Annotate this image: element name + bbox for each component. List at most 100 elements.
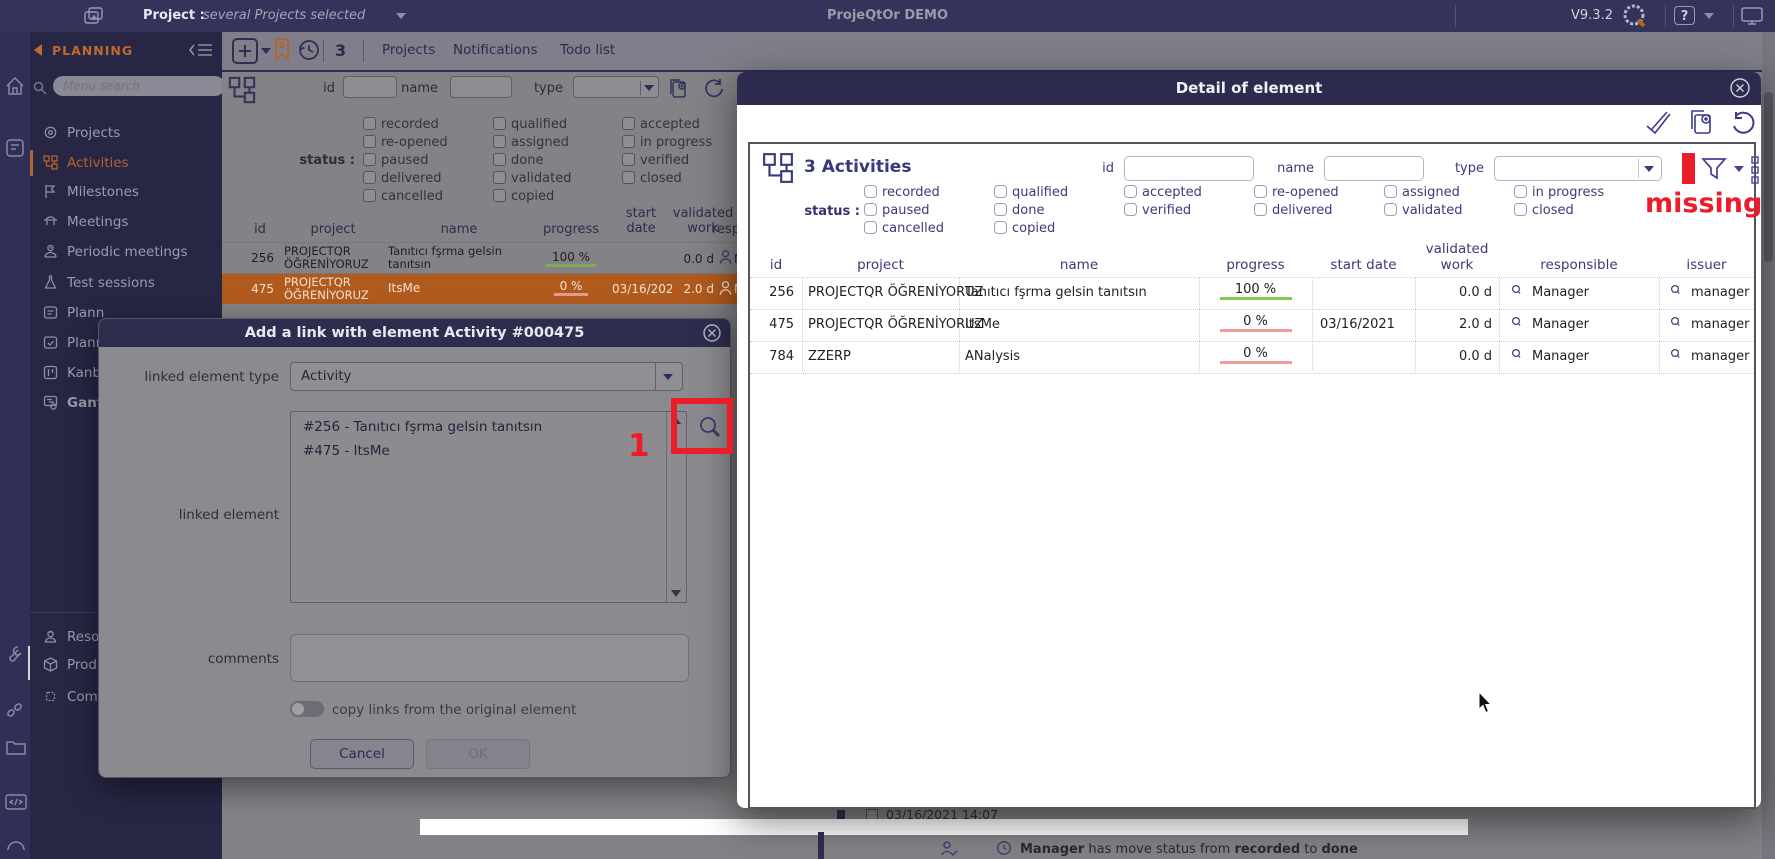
checkbox-done[interactable]: [994, 203, 1007, 216]
documents-icon[interactable]: [5, 738, 27, 758]
close-icon[interactable]: [702, 323, 722, 343]
modal-name-label: name: [1234, 161, 1314, 176]
modal-type-select[interactable]: [1494, 156, 1662, 181]
sidebar-item-periodic-meetings[interactable]: Periodic meetings: [30, 239, 222, 265]
tab-projects[interactable]: Projects: [382, 42, 435, 58]
checkbox-validated[interactable]: [1384, 203, 1397, 216]
add-button[interactable]: [232, 38, 258, 64]
modal-title-bar[interactable]: Detail of element: [737, 72, 1761, 105]
checkbox-recorded[interactable]: [864, 185, 877, 198]
sidebar-item-meetings[interactable]: Meetings: [30, 209, 222, 235]
modal-id-label: id: [1034, 161, 1114, 176]
bg-checkbox-re-opened[interactable]: [363, 135, 376, 148]
sidebar-item-milestones[interactable]: Milestones: [30, 179, 222, 205]
sidebar-item-projects[interactable]: Projects: [30, 120, 222, 146]
add-caret-icon[interactable]: [261, 48, 271, 54]
bg-checkbox-validated[interactable]: [493, 171, 506, 184]
checkbox-re-opened[interactable]: [1254, 185, 1267, 198]
checkbox-cancelled[interactable]: [864, 221, 877, 234]
bg-checkbox-closed[interactable]: [622, 171, 635, 184]
bg-checkbox-verified[interactable]: [622, 153, 635, 166]
list-item[interactable]: #256 - Tanıtıcı fşrma gelsin tanıtsın: [303, 419, 542, 435]
checkbox-paused[interactable]: [864, 203, 877, 216]
scroll-down-icon[interactable]: [671, 590, 681, 597]
col-header-progress[interactable]: progress: [1199, 257, 1312, 273]
col-header-issuer[interactable]: issuer: [1659, 257, 1754, 273]
filter-icon[interactable]: [1700, 154, 1730, 184]
user-icon[interactable]: [5, 832, 27, 852]
bg-clone-icon[interactable]: [666, 77, 690, 101]
collapse-menu-icon[interactable]: [188, 41, 214, 59]
bg-checkbox-accepted[interactable]: [622, 117, 635, 130]
kebab-menu-icon[interactable]: [1750, 156, 1760, 184]
undo-icon[interactable]: [1729, 110, 1757, 138]
history-icon[interactable]: [296, 37, 322, 63]
col-header-project[interactable]: project: [802, 257, 959, 273]
close-icon[interactable]: [1729, 77, 1751, 99]
bg-checkbox-copied[interactable]: [493, 189, 506, 202]
bg-name-input[interactable]: [450, 76, 512, 98]
col-header-start-date[interactable]: start date: [1312, 257, 1415, 273]
bg-checkbox-recorded[interactable]: [363, 117, 376, 130]
bg-checkbox-paused[interactable]: [363, 153, 376, 166]
help-caret-icon[interactable]: [1704, 13, 1714, 19]
projects-icon: [43, 125, 58, 140]
cancel-button[interactable]: Cancel: [310, 739, 414, 769]
col-header-name[interactable]: name: [959, 257, 1199, 273]
list-item[interactable]: #475 - ItsMe: [303, 443, 390, 459]
col-header-id[interactable]: id: [750, 257, 802, 273]
table-row[interactable]: 256 PROJECTQR ÖĞRENİYORUZ Tanıtıcı fşrma…: [222, 243, 737, 273]
bg-refresh-icon[interactable]: [702, 77, 726, 101]
checkbox-qualified[interactable]: [994, 185, 1007, 198]
display-mode-icon[interactable]: [1740, 6, 1764, 26]
clone-icon[interactable]: [1687, 108, 1717, 138]
checkbox-assigned[interactable]: [1384, 185, 1397, 198]
bg-checkbox-assigned[interactable]: [493, 135, 506, 148]
code-icon[interactable]: [5, 792, 27, 812]
copy-links-toggle[interactable]: [290, 701, 324, 717]
project-caret-icon[interactable]: [396, 13, 406, 19]
bg-checkbox-qualified[interactable]: [493, 117, 506, 130]
col-header-responsible[interactable]: responsible: [1499, 257, 1659, 273]
checkbox-verified[interactable]: [1124, 203, 1137, 216]
ok-button[interactable]: OK: [426, 739, 530, 769]
table-row[interactable]: 475 PROJECTQR ÖĞRENİYORUZ ItsMe 0 % 03/1…: [750, 310, 1754, 341]
bookmark-icon[interactable]: [272, 37, 292, 63]
col-header-validated-work[interactable]: validated work: [1423, 241, 1491, 273]
linked-element-type-select[interactable]: Activity: [290, 362, 683, 391]
project-selector-value[interactable]: several Projects selected: [203, 0, 365, 32]
dialog-title-bar[interactable]: Add a link with element Activity #000475: [99, 319, 730, 347]
window-scrollbar[interactable]: [1762, 32, 1775, 859]
home-icon[interactable]: [5, 76, 25, 96]
sidebar-item-test-sessions[interactable]: Test sessions: [30, 270, 222, 296]
checkbox-copied[interactable]: [994, 221, 1007, 234]
planning-module-icon[interactable]: [5, 138, 25, 158]
tools-icon[interactable]: [5, 644, 25, 664]
tab-notifications[interactable]: Notifications: [453, 42, 538, 58]
table-row-selected[interactable]: 475 PROJECTQR ÖĞRENİYORUZ ItsMe 0 % 03/1…: [222, 274, 737, 304]
checkbox-delivered[interactable]: [1254, 203, 1267, 216]
tab-todo-list[interactable]: Todo list: [560, 42, 615, 58]
help-icon[interactable]: ?: [1674, 6, 1695, 25]
bg-checkbox-in-progress[interactable]: [622, 135, 635, 148]
bg-id-input[interactable]: [343, 76, 397, 98]
checkbox-closed[interactable]: [1514, 203, 1527, 216]
comments-input[interactable]: [290, 634, 689, 682]
horizontal-scrollbar[interactable]: [420, 819, 1468, 835]
windows-icon[interactable]: [84, 7, 104, 25]
checkbox-accepted[interactable]: [1124, 185, 1137, 198]
filter-caret-icon[interactable]: [1734, 166, 1744, 172]
table-row[interactable]: 784 ZZERP ANalysis 0 % 0.0 d Manager man…: [750, 342, 1754, 373]
bg-checkbox-delivered[interactable]: [363, 171, 376, 184]
validate-icon[interactable]: [1643, 110, 1673, 138]
checkbox-in-progress[interactable]: [1514, 185, 1527, 198]
links-icon[interactable]: [5, 700, 25, 720]
bg-type-select[interactable]: [573, 76, 659, 98]
screen: Project : several Projects selected Proj…: [0, 0, 1775, 859]
menu-search-input[interactable]: [53, 76, 222, 96]
collapse-back-icon[interactable]: [34, 44, 42, 56]
table-row[interactable]: 256 PROJECTQR ÖĞRENİYORUZ Tanıtıcı fşrma…: [750, 278, 1754, 309]
sidebar-item-activities[interactable]: Activities: [30, 150, 222, 176]
bg-checkbox-done[interactable]: [493, 153, 506, 166]
bg-checkbox-cancelled[interactable]: [363, 189, 376, 202]
